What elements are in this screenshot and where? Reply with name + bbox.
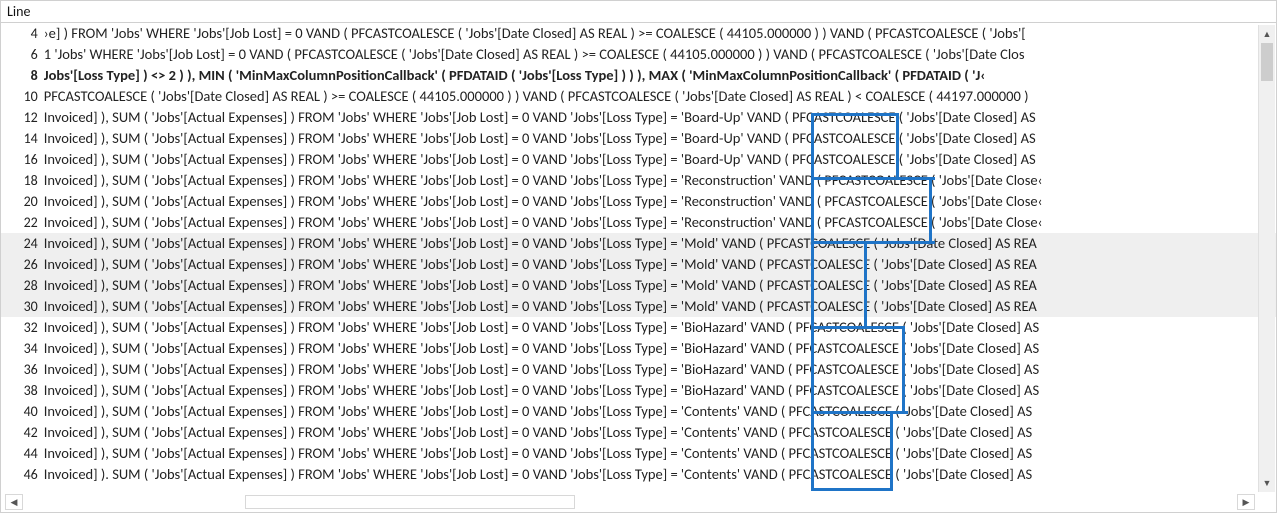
scroll-right-arrow-icon[interactable]: ▶ bbox=[1237, 494, 1255, 510]
line-text: Invoiced] ), SUM ( 'Jobs'[Actual Expense… bbox=[44, 338, 1276, 359]
trace-table: 4›e] ) FROM 'Jobs' WHERE 'Jobs'[Job Lost… bbox=[1, 23, 1276, 485]
table-row[interactable]: 28Invoiced] ), SUM ( 'Jobs'[Actual Expen… bbox=[1, 275, 1276, 296]
line-number: 14 bbox=[1, 128, 44, 149]
table-row[interactable]: 16Invoiced] ), SUM ( 'Jobs'[Actual Expen… bbox=[1, 149, 1276, 170]
scroll-left-arrow-icon[interactable]: ◀ bbox=[5, 494, 23, 510]
line-number: 6 bbox=[1, 44, 44, 65]
vertical-scrollbar[interactable]: ▲ ▼ bbox=[1258, 25, 1275, 492]
table-row[interactable]: 26Invoiced] ), SUM ( 'Jobs'[Actual Expen… bbox=[1, 254, 1276, 275]
line-number: 24 bbox=[1, 233, 44, 254]
line-text: Invoiced] ), SUM ( 'Jobs'[Actual Expense… bbox=[44, 401, 1276, 422]
column-header-line[interactable]: Line bbox=[1, 1, 1276, 23]
table-row[interactable]: 61 'Jobs' WHERE 'Jobs'[Job Lost] = 0 VAN… bbox=[1, 44, 1276, 65]
line-number: 34 bbox=[1, 338, 44, 359]
line-number: 20 bbox=[1, 191, 44, 212]
table-row[interactable]: 42Invoiced] ), SUM ( 'Jobs'[Actual Expen… bbox=[1, 422, 1276, 443]
table-row[interactable]: 40Invoiced] ), SUM ( 'Jobs'[Actual Expen… bbox=[1, 401, 1276, 422]
table-row[interactable]: 24Invoiced] ), SUM ( 'Jobs'[Actual Expen… bbox=[1, 233, 1276, 254]
line-number: 26 bbox=[1, 254, 44, 275]
table-row[interactable]: 8Jobs'[Loss Type] ) <> 2 ) ), MIN ( 'Min… bbox=[1, 65, 1276, 86]
table-row[interactable]: 44Invoiced] ), SUM ( 'Jobs'[Actual Expen… bbox=[1, 443, 1276, 464]
line-text: PFCASTCOALESCE ( 'Jobs'[Date Closed] AS … bbox=[44, 86, 1276, 107]
vertical-scroll-thumb[interactable] bbox=[1261, 43, 1273, 81]
line-text: Invoiced] ), SUM ( 'Jobs'[Actual Expense… bbox=[44, 191, 1276, 212]
header-label: Line bbox=[7, 3, 30, 20]
line-text: Invoiced] ), SUM ( 'Jobs'[Actual Expense… bbox=[44, 170, 1276, 191]
line-text: Invoiced] ), SUM ( 'Jobs'[Actual Expense… bbox=[44, 296, 1276, 317]
line-text: Invoiced] ), SUM ( 'Jobs'[Actual Expense… bbox=[44, 422, 1276, 443]
line-number: 32 bbox=[1, 317, 44, 338]
table-row[interactable]: 34Invoiced] ), SUM ( 'Jobs'[Actual Expen… bbox=[1, 338, 1276, 359]
line-number: 8 bbox=[1, 65, 44, 86]
line-number: 4 bbox=[1, 23, 44, 44]
line-text: Jobs'[Loss Type] ) <> 2 ) ), MIN ( 'MinM… bbox=[44, 65, 1276, 86]
line-text: 1 'Jobs' WHERE 'Jobs'[Job Lost] = 0 VAND… bbox=[44, 44, 1276, 65]
scroll-down-arrow-icon[interactable]: ▼ bbox=[1259, 474, 1275, 492]
table-row[interactable]: 20Invoiced] ), SUM ( 'Jobs'[Actual Expen… bbox=[1, 191, 1276, 212]
table-row[interactable]: 4›e] ) FROM 'Jobs' WHERE 'Jobs'[Job Lost… bbox=[1, 23, 1276, 44]
line-text: Invoiced] ), SUM ( 'Jobs'[Actual Expense… bbox=[44, 128, 1276, 149]
line-number: 30 bbox=[1, 296, 44, 317]
line-number: 16 bbox=[1, 149, 44, 170]
scroll-up-arrow-icon[interactable]: ▲ bbox=[1259, 25, 1275, 43]
grid-viewport[interactable]: 4›e] ) FROM 'Jobs' WHERE 'Jobs'[Job Lost… bbox=[1, 23, 1276, 492]
horizontal-scroll-track[interactable] bbox=[25, 494, 1235, 510]
line-number: 28 bbox=[1, 275, 44, 296]
line-number: 12 bbox=[1, 107, 44, 128]
table-row[interactable]: 36Invoiced] ), SUM ( 'Jobs'[Actual Expen… bbox=[1, 359, 1276, 380]
table-row[interactable]: 32Invoiced] ), SUM ( 'Jobs'[Actual Expen… bbox=[1, 317, 1276, 338]
table-row[interactable]: 10PFCASTCOALESCE ( 'Jobs'[Date Closed] A… bbox=[1, 86, 1276, 107]
table-row[interactable]: 30Invoiced] ), SUM ( 'Jobs'[Actual Expen… bbox=[1, 296, 1276, 317]
table-row[interactable]: 22Invoiced] ), SUM ( 'Jobs'[Actual Expen… bbox=[1, 212, 1276, 233]
table-row[interactable]: 38Invoiced] ), SUM ( 'Jobs'[Actual Expen… bbox=[1, 380, 1276, 401]
line-number: 46 bbox=[1, 464, 44, 485]
line-text: Invoiced] ), SUM ( 'Jobs'[Actual Expense… bbox=[44, 233, 1276, 254]
table-row[interactable]: 14Invoiced] ), SUM ( 'Jobs'[Actual Expen… bbox=[1, 128, 1276, 149]
line-number: 38 bbox=[1, 380, 44, 401]
horizontal-scroll-thumb[interactable] bbox=[245, 495, 575, 509]
table-row[interactable]: 12Invoiced] ), SUM ( 'Jobs'[Actual Expen… bbox=[1, 107, 1276, 128]
line-text: Invoiced] ), SUM ( 'Jobs'[Actual Expense… bbox=[44, 212, 1276, 233]
line-text: Invoiced] ), SUM ( 'Jobs'[Actual Expense… bbox=[44, 317, 1276, 338]
line-number: 42 bbox=[1, 422, 44, 443]
line-text: Invoiced] ), SUM ( 'Jobs'[Actual Expense… bbox=[44, 149, 1276, 170]
line-number: 40 bbox=[1, 401, 44, 422]
line-number: 22 bbox=[1, 212, 44, 233]
line-text: Invoiced] ), SUM ( 'Jobs'[Actual Expense… bbox=[44, 107, 1276, 128]
table-row[interactable]: 18Invoiced] ), SUM ( 'Jobs'[Actual Expen… bbox=[1, 170, 1276, 191]
horizontal-scrollbar[interactable]: ◀ ▶ bbox=[3, 494, 1257, 510]
line-text: Invoiced] ). SUM ( 'Jobs'[Actual Expense… bbox=[44, 464, 1276, 485]
line-number: 18 bbox=[1, 170, 44, 191]
line-text: Invoiced] ), SUM ( 'Jobs'[Actual Expense… bbox=[44, 380, 1276, 401]
line-text: Invoiced] ), SUM ( 'Jobs'[Actual Expense… bbox=[44, 359, 1276, 380]
line-text: Invoiced] ), SUM ( 'Jobs'[Actual Expense… bbox=[44, 254, 1276, 275]
vertical-scroll-track[interactable] bbox=[1259, 43, 1275, 474]
line-number: 36 bbox=[1, 359, 44, 380]
line-number: 10 bbox=[1, 86, 44, 107]
line-text: ›e] ) FROM 'Jobs' WHERE 'Jobs'[Job Lost]… bbox=[44, 23, 1276, 44]
sql-trace-viewer: Line 4›e] ) FROM 'Jobs' WHERE 'Jobs'[Job… bbox=[0, 0, 1277, 513]
line-text: Invoiced] ), SUM ( 'Jobs'[Actual Expense… bbox=[44, 275, 1276, 296]
line-number: 44 bbox=[1, 443, 44, 464]
table-row[interactable]: 46Invoiced] ). SUM ( 'Jobs'[Actual Expen… bbox=[1, 464, 1276, 485]
line-text: Invoiced] ), SUM ( 'Jobs'[Actual Expense… bbox=[44, 443, 1276, 464]
